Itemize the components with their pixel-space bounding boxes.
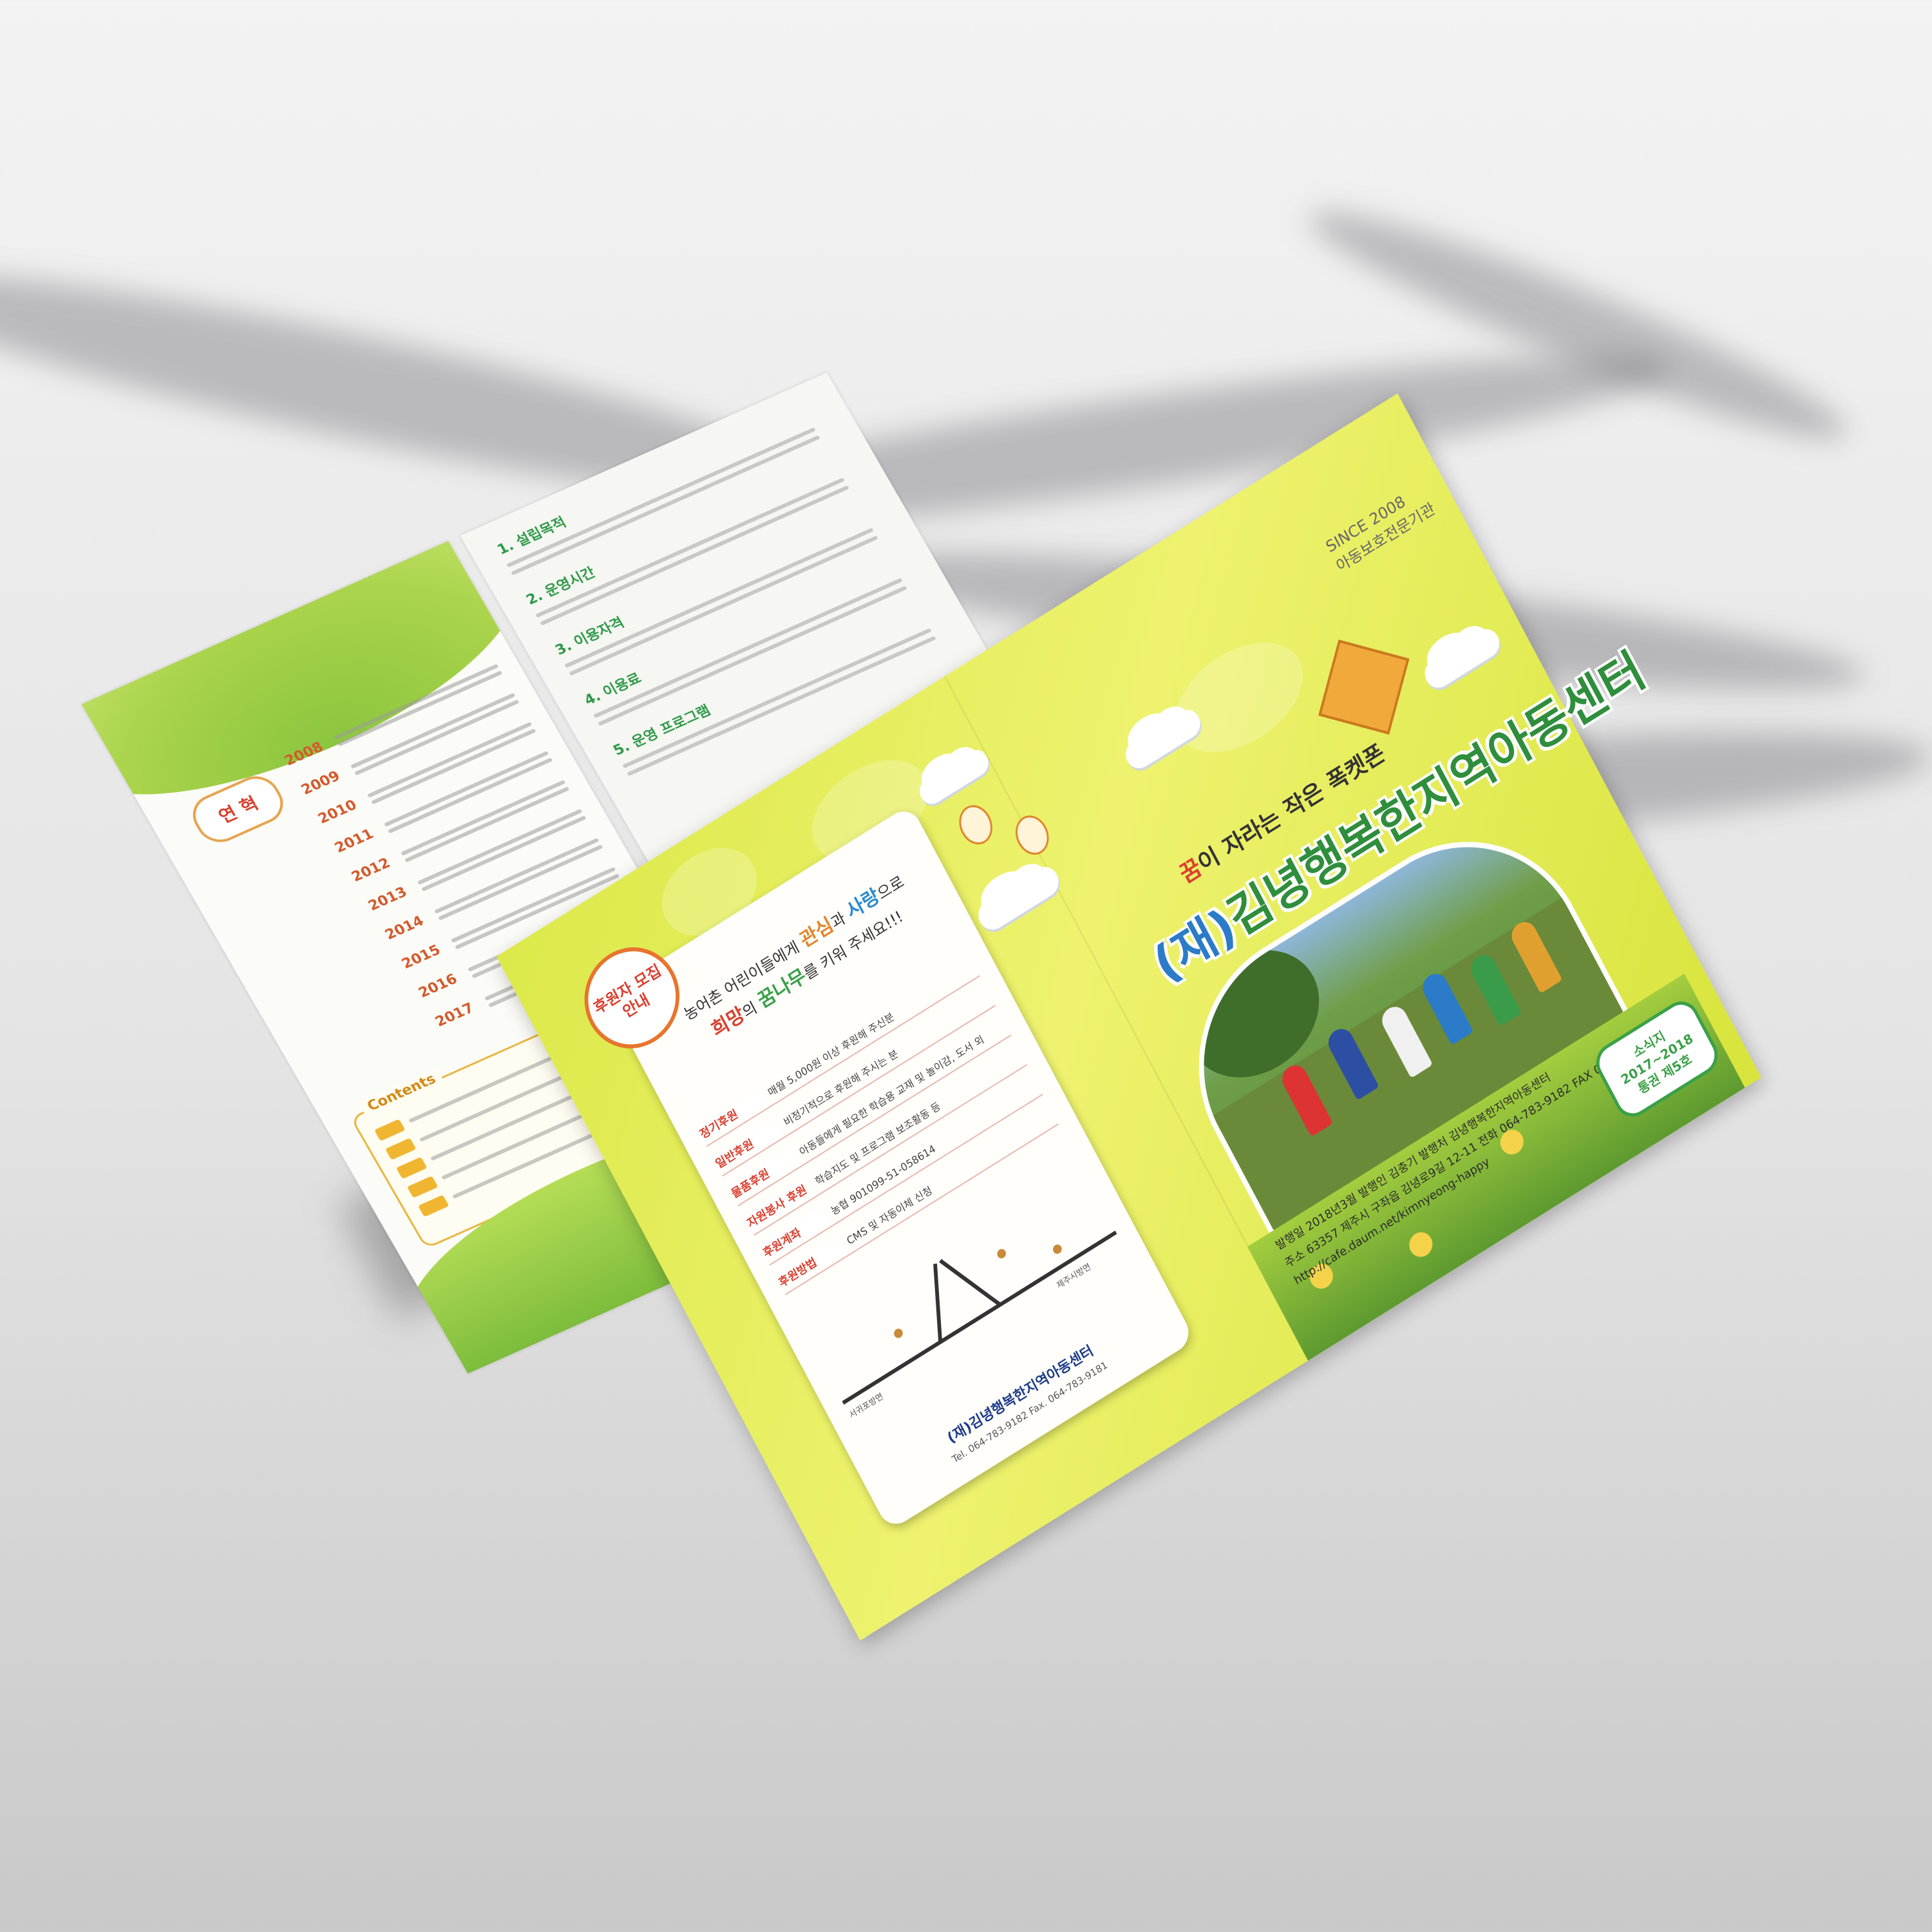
timeline-year: 2011 [332, 826, 377, 857]
map-pin [892, 1327, 905, 1340]
timeline-year: 2013 [365, 884, 410, 914]
timeline-year: 2012 [348, 855, 393, 886]
balloon-icon [952, 799, 999, 851]
cloud-emboss [1157, 620, 1321, 775]
map-pin [1051, 1242, 1064, 1256]
timeline-year: 2016 [415, 971, 460, 1001]
timeline-year: 2010 [315, 797, 360, 828]
map-road [939, 1258, 1002, 1307]
map-pin [995, 1247, 1008, 1260]
timeline-year: 2017 [432, 1000, 477, 1030]
cloud [973, 861, 1064, 936]
cloud [1419, 623, 1504, 694]
cloud [915, 744, 993, 809]
timeline-year: 2015 [399, 942, 444, 972]
timeline-year: 2014 [382, 913, 427, 943]
timeline-year: 2009 [298, 768, 343, 799]
map-road [933, 1264, 943, 1343]
kite-illustration [1318, 639, 1410, 735]
since-label: SINCE 2008 아동보호전문기관 [1322, 479, 1439, 578]
balloon-icon [1009, 809, 1056, 862]
